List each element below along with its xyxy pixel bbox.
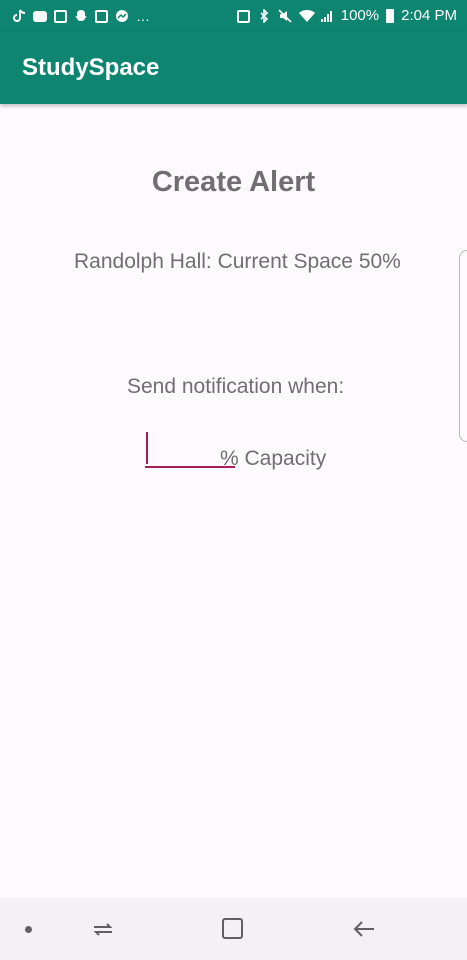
bluetooth-icon (257, 8, 271, 24)
recents-icon[interactable] (92, 918, 114, 940)
status-right: 100% 2:04 PM (236, 7, 457, 24)
message-icon (33, 10, 47, 22)
text-cursor (146, 432, 148, 464)
signal-icon (320, 9, 334, 23)
capacity-suffix-label: % Capacity (220, 447, 327, 470)
wifi-icon (298, 9, 315, 23)
dot-icon[interactable] (25, 926, 32, 933)
create-alert-screen: Create Alert Randolph Hall: Current Spac… (0, 104, 467, 898)
bitmoji-icon (95, 9, 108, 23)
app-bar: StudySpace (0, 32, 467, 104)
gallery-icon (54, 9, 67, 23)
home-icon[interactable] (222, 918, 243, 939)
tiktok-icon (12, 9, 26, 23)
page-title: Create Alert (151, 166, 316, 198)
battery-icon (386, 9, 395, 23)
send-notification-label: Send notification when: (127, 375, 345, 398)
status-left: … (12, 9, 151, 23)
edge-panel-handle[interactable] (459, 250, 467, 442)
nfc-icon (236, 9, 250, 23)
messenger-icon (115, 9, 129, 23)
battery-percent: 100% (340, 7, 380, 24)
mute-icon (278, 9, 292, 23)
status-bar: … 100% 2:04 PM (0, 0, 467, 32)
back-icon[interactable] (352, 918, 376, 940)
overflow-icon: … (136, 8, 151, 24)
navigation-bar (0, 898, 467, 960)
current-space-label: Randolph Hall: Current Space 50% (74, 250, 401, 273)
clock: 2:04 PM (401, 7, 457, 24)
app-title: StudySpace (22, 54, 160, 81)
snapchat-icon (74, 9, 88, 23)
